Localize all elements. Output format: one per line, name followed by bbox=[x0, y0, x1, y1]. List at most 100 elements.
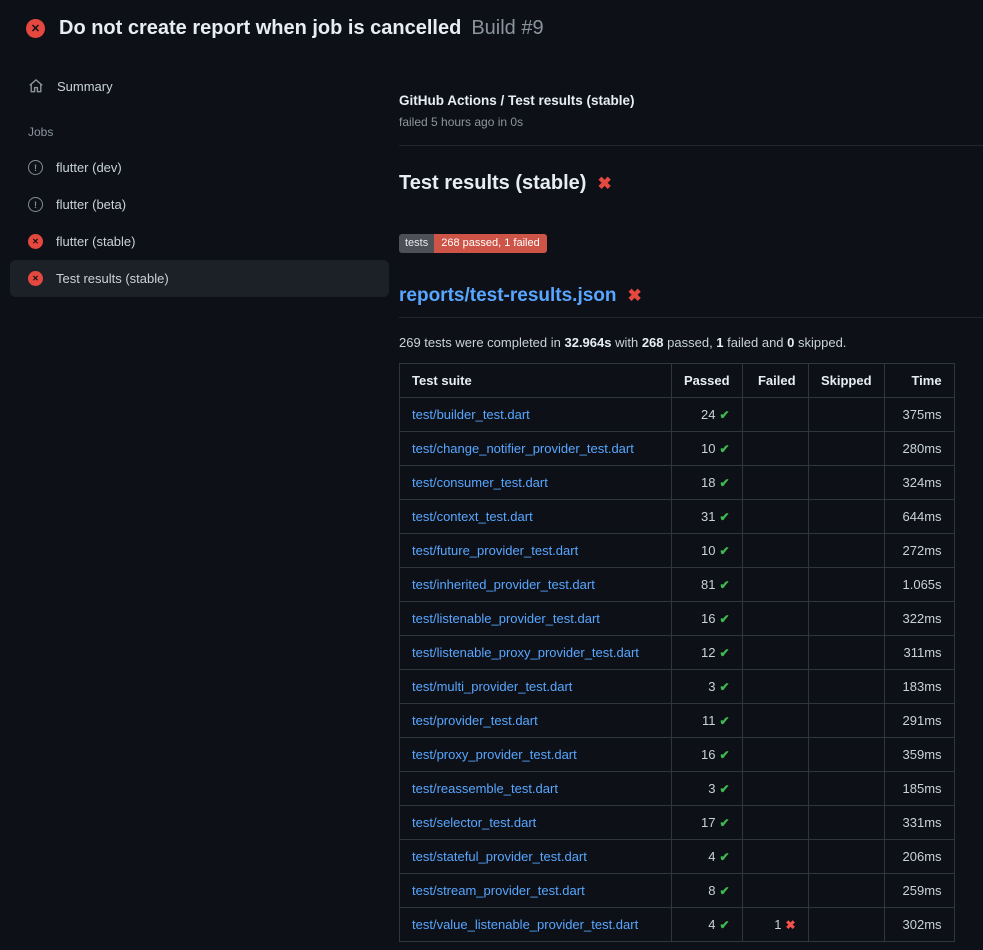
test-suite-cell: test/stateful_provider_test.dart bbox=[400, 839, 672, 873]
failed-cell bbox=[742, 873, 808, 907]
test-suite-cell: test/reassemble_test.dart bbox=[400, 771, 672, 805]
check-icon: ✔ bbox=[719, 782, 729, 796]
failed-cell bbox=[742, 635, 808, 669]
test-suite-link[interactable]: test/inherited_provider_test.dart bbox=[412, 577, 595, 592]
time-cell: 644ms bbox=[884, 499, 954, 533]
check-icon: ✔ bbox=[719, 680, 729, 694]
test-suite-link[interactable]: test/selector_test.dart bbox=[412, 815, 536, 830]
run-header: ✕ Do not create report when job is cance… bbox=[0, 0, 983, 53]
run-meta: failed 5 hours ago in 0s bbox=[399, 115, 983, 146]
test-suite-cell: test/listenable_provider_test.dart bbox=[400, 601, 672, 635]
skipped-cell bbox=[808, 567, 884, 601]
test-suite-link[interactable]: test/listenable_proxy_provider_test.dart bbox=[412, 645, 639, 660]
failed-cell bbox=[742, 737, 808, 771]
column-header-test-suite: Test suite bbox=[400, 363, 672, 397]
passed-cell: 3✔ bbox=[672, 669, 743, 703]
test-suite-link[interactable]: test/listenable_provider_test.dart bbox=[412, 611, 600, 626]
sidebar-item-job[interactable]: !flutter (dev) bbox=[10, 149, 389, 186]
table-row: test/selector_test.dart17✔331ms bbox=[400, 805, 955, 839]
skipped-cell bbox=[808, 601, 884, 635]
x-icon: ✖ bbox=[628, 287, 642, 304]
time-cell: 302ms bbox=[884, 907, 954, 941]
test-suite-link[interactable]: test/change_notifier_provider_test.dart bbox=[412, 441, 634, 456]
check-icon: ✔ bbox=[719, 816, 729, 830]
test-suite-cell: test/value_listenable_provider_test.dart bbox=[400, 907, 672, 941]
job-label: flutter (stable) bbox=[56, 234, 135, 249]
test-suite-link[interactable]: test/stream_provider_test.dart bbox=[412, 883, 585, 898]
test-summary-line: 269 tests were completed in 32.964s with… bbox=[399, 335, 983, 350]
test-suite-cell: test/provider_test.dart bbox=[400, 703, 672, 737]
column-header-failed: Failed bbox=[742, 363, 808, 397]
test-suite-link[interactable]: test/provider_test.dart bbox=[412, 713, 538, 728]
test-suite-link[interactable]: test/context_test.dart bbox=[412, 509, 533, 524]
table-row: test/consumer_test.dart18✔324ms bbox=[400, 465, 955, 499]
failed-cell bbox=[742, 567, 808, 601]
skipped-cell bbox=[808, 465, 884, 499]
badge-value: 268 passed, 1 failed bbox=[434, 234, 546, 253]
time-cell: 311ms bbox=[884, 635, 954, 669]
test-suite-cell: test/context_test.dart bbox=[400, 499, 672, 533]
check-icon: ✔ bbox=[719, 850, 729, 864]
skipped-cell bbox=[808, 873, 884, 907]
test-suite-link[interactable]: test/builder_test.dart bbox=[412, 407, 530, 422]
test-suite-cell: test/proxy_provider_test.dart bbox=[400, 737, 672, 771]
sidebar-item-summary[interactable]: Summary bbox=[10, 67, 389, 105]
passed-cell: 24✔ bbox=[672, 397, 743, 431]
check-icon: ✔ bbox=[719, 748, 729, 762]
test-suite-cell: test/consumer_test.dart bbox=[400, 465, 672, 499]
test-suite-link[interactable]: test/future_provider_test.dart bbox=[412, 543, 578, 558]
skipped-cell bbox=[808, 805, 884, 839]
test-suite-link[interactable]: test/consumer_test.dart bbox=[412, 475, 548, 490]
column-header-passed: Passed bbox=[672, 363, 743, 397]
test-suite-cell: test/selector_test.dart bbox=[400, 805, 672, 839]
passed-cell: 10✔ bbox=[672, 533, 743, 567]
failed-cell bbox=[742, 669, 808, 703]
main-content: GitHub Actions / Test results (stable) f… bbox=[399, 53, 983, 942]
badge-label: tests bbox=[399, 234, 434, 253]
failed-cell bbox=[742, 533, 808, 567]
x-icon: ✖ bbox=[597, 175, 611, 192]
time-cell: 183ms bbox=[884, 669, 954, 703]
jobs-list: !flutter (dev)!flutter (beta)✕flutter (s… bbox=[0, 149, 399, 297]
summary-text-segment: failed and bbox=[724, 335, 788, 350]
sidebar-item-job[interactable]: ✕Test results (stable) bbox=[10, 260, 389, 297]
column-header-skipped: Skipped bbox=[808, 363, 884, 397]
skipped-cell bbox=[808, 907, 884, 941]
test-results-table: Test suitePassedFailedSkippedTime test/b… bbox=[399, 363, 955, 942]
summary-label: Summary bbox=[57, 79, 113, 94]
test-suite-cell: test/listenable_proxy_provider_test.dart bbox=[400, 635, 672, 669]
job-label: flutter (beta) bbox=[56, 197, 126, 212]
test-suite-cell: test/change_notifier_provider_test.dart bbox=[400, 431, 672, 465]
table-row: test/proxy_provider_test.dart16✔359ms bbox=[400, 737, 955, 771]
test-suite-link[interactable]: test/reassemble_test.dart bbox=[412, 781, 558, 796]
job-label: flutter (dev) bbox=[56, 160, 122, 175]
time-cell: 280ms bbox=[884, 431, 954, 465]
report-file-link[interactable]: reports/test-results.json bbox=[399, 285, 617, 307]
check-icon: ✔ bbox=[719, 918, 729, 932]
table-row: test/provider_test.dart11✔291ms bbox=[400, 703, 955, 737]
test-suite-cell: test/builder_test.dart bbox=[400, 397, 672, 431]
section-title-row: Test results (stable) ✖ bbox=[399, 172, 983, 195]
sidebar-item-job[interactable]: ✕flutter (stable) bbox=[10, 223, 389, 260]
build-number: Build #9 bbox=[471, 17, 543, 40]
test-suite-link[interactable]: test/stateful_provider_test.dart bbox=[412, 849, 587, 864]
check-icon: ✔ bbox=[719, 646, 729, 660]
table-row: test/stateful_provider_test.dart4✔206ms bbox=[400, 839, 955, 873]
jobs-section-label: Jobs bbox=[0, 105, 399, 149]
table-row: test/change_notifier_provider_test.dart1… bbox=[400, 431, 955, 465]
summary-text-segment: 32.964s bbox=[564, 335, 611, 350]
check-icon: ✔ bbox=[719, 544, 729, 558]
time-cell: 206ms bbox=[884, 839, 954, 873]
time-cell: 331ms bbox=[884, 805, 954, 839]
skipped-cell bbox=[808, 499, 884, 533]
test-suite-link[interactable]: test/proxy_provider_test.dart bbox=[412, 747, 577, 762]
passed-cell: 4✔ bbox=[672, 907, 743, 941]
failed-cell bbox=[742, 771, 808, 805]
skipped-cell bbox=[808, 397, 884, 431]
summary-text-segment: passed, bbox=[664, 335, 717, 350]
sidebar-item-job[interactable]: !flutter (beta) bbox=[10, 186, 389, 223]
test-suite-link[interactable]: test/value_listenable_provider_test.dart bbox=[412, 917, 638, 932]
test-suite-link[interactable]: test/multi_provider_test.dart bbox=[412, 679, 572, 694]
time-cell: 185ms bbox=[884, 771, 954, 805]
check-icon: ✔ bbox=[719, 578, 729, 592]
